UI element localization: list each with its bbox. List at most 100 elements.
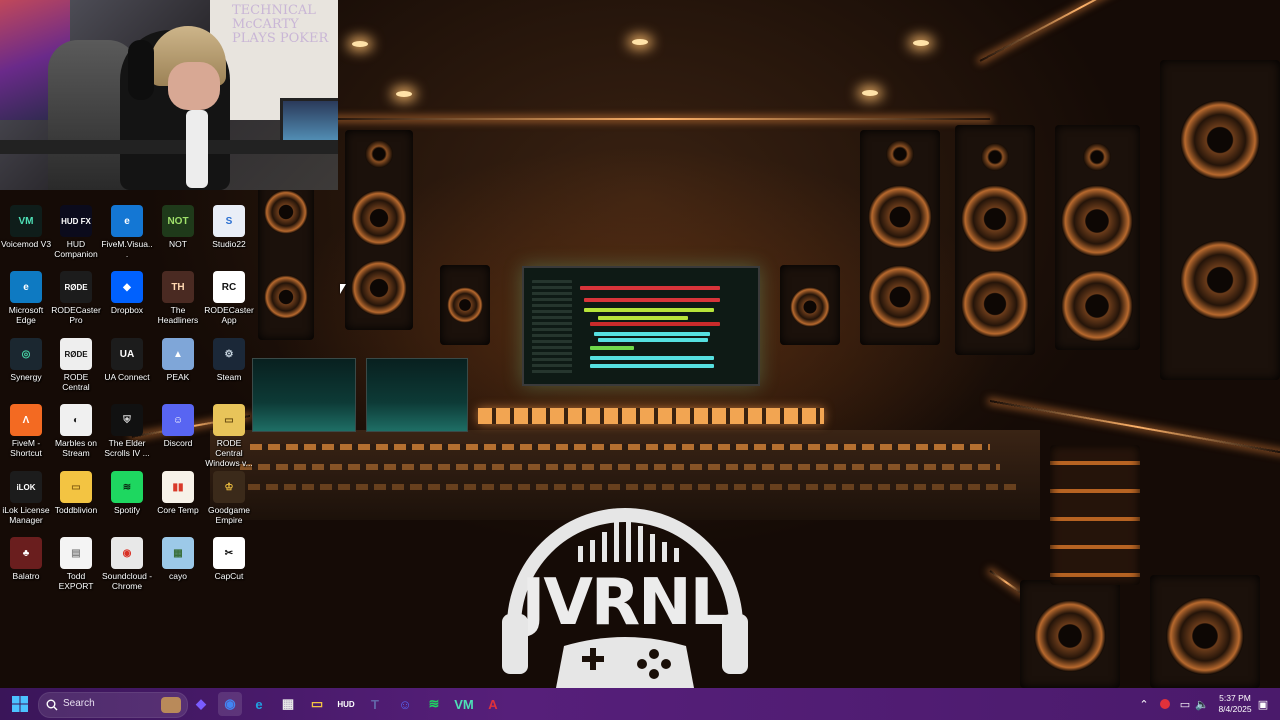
edge-icon: e bbox=[255, 696, 263, 712]
desktop-icon-label: Todd EXPORT bbox=[58, 571, 94, 591]
app-icon: ⚙ bbox=[213, 338, 245, 370]
desktop-icon-label: Voicemod V3 bbox=[0, 239, 52, 249]
app-icon: S bbox=[213, 205, 245, 237]
desktop-icon-label: cayo bbox=[169, 571, 187, 581]
desktop-icon-label: RODECaster Pro bbox=[51, 305, 101, 325]
app-icon: TH bbox=[162, 271, 194, 303]
desktop-icon[interactable]: ▮▮ Core Temp bbox=[152, 471, 204, 515]
desktop-icon[interactable]: ✂ CapCut bbox=[203, 537, 255, 581]
taskbar-app-button[interactable]: A bbox=[481, 692, 505, 716]
taskbar-app-button[interactable]: ▭ bbox=[305, 692, 329, 716]
console-led-strip bbox=[478, 408, 824, 424]
taskbar-app-button[interactable]: ☺ bbox=[393, 692, 417, 716]
taskbar-app-button[interactable]: ≋ bbox=[422, 692, 446, 716]
taskbar-app-button[interactable]: ◆ bbox=[189, 692, 213, 716]
search-input[interactable]: Search bbox=[38, 692, 188, 718]
desktop-icon[interactable]: ◐ Marbles on Stream bbox=[50, 404, 102, 458]
desktop-icon[interactable]: e FiveM.Visua... bbox=[101, 205, 153, 259]
desktop-icon[interactable]: ▭ RODE Central Windows v... bbox=[203, 404, 255, 468]
speaker-cabinet bbox=[955, 125, 1035, 355]
app-icon: ▭ bbox=[60, 471, 92, 503]
wall-sign: TECHNICAL McCARTY PLAYS POKER bbox=[232, 3, 329, 46]
desktop-icon[interactable]: HUD FX HUD Companion bbox=[50, 205, 102, 259]
speaker-cabinet bbox=[345, 130, 413, 330]
neon-strip bbox=[989, 570, 1024, 595]
clock-time: 5:37 PM bbox=[1219, 693, 1251, 703]
desktop-icon[interactable]: ▦ cayo bbox=[152, 537, 204, 581]
app-icon: ⛨ bbox=[111, 404, 143, 436]
tray-app-icon[interactable] bbox=[1158, 697, 1172, 711]
app-icon: iLOK bbox=[10, 471, 42, 503]
desktop-icon[interactable]: ♔ Goodgame Empire bbox=[203, 471, 255, 525]
desktop-icon[interactable]: S Studio22 bbox=[203, 205, 255, 249]
app-icon: NOT bbox=[162, 205, 194, 237]
desktop-wallpaper: JVRNL TECHNICAL McCARTY PLAYS POKER VM Vo… bbox=[0, 0, 1280, 688]
taskbar-app-button[interactable]: e bbox=[247, 692, 271, 716]
app-icon: ≋ bbox=[111, 471, 143, 503]
app-icon: e bbox=[10, 271, 42, 303]
desktop-icon[interactable]: ▲ PEAK bbox=[152, 338, 204, 382]
waveform-screen bbox=[366, 358, 468, 432]
notification-icon[interactable]: ▣ bbox=[1256, 697, 1270, 711]
desktop-icon-label: RODECaster App bbox=[204, 305, 254, 325]
taskbar-app-button[interactable]: VM bbox=[452, 692, 476, 716]
taskbar-app-button[interactable]: ◉ bbox=[218, 692, 242, 716]
system-clock[interactable]: 5:37 PM 8/4/2025 bbox=[1212, 693, 1258, 715]
spotify-icon: ≋ bbox=[428, 696, 440, 711]
desktop-icon-label: Dropbox bbox=[110, 305, 144, 315]
desktop-icon[interactable]: ⛨ The Elder Scrolls IV ... bbox=[101, 404, 153, 458]
desktop-icon[interactable]: NOT NOT bbox=[152, 205, 204, 249]
desktop-icon[interactable]: TH The Headliners bbox=[152, 271, 204, 325]
desktop-icon[interactable]: ≋ Spotify bbox=[101, 471, 153, 515]
desktop-icon[interactable]: RØDE RODECaster Pro bbox=[50, 271, 102, 325]
desktop-icon-label: Core Temp bbox=[157, 505, 199, 515]
mouse-cursor bbox=[340, 284, 346, 294]
app-icon: ▤ bbox=[60, 537, 92, 569]
rack-unit bbox=[1050, 445, 1140, 585]
clock-date: 8/4/2025 bbox=[1218, 704, 1252, 714]
speaker-cabinet bbox=[1150, 575, 1260, 688]
desktop-icon-label: Discord bbox=[163, 438, 193, 448]
taskbar-app-button[interactable]: HUD bbox=[334, 692, 358, 716]
desktop-icon[interactable]: VM Voicemod V3 bbox=[0, 205, 52, 249]
desktop-icon-label: NOT bbox=[169, 239, 187, 249]
desktop-icon[interactable]: ▤ Todd EXPORT bbox=[50, 537, 102, 591]
desktop-icon[interactable]: ◎ Synergy bbox=[0, 338, 52, 382]
desktop-icon[interactable]: ◉ Soundcloud - Chrome bbox=[101, 537, 153, 591]
network-icon[interactable]: ▭ bbox=[1178, 697, 1192, 711]
store-icon: ▦ bbox=[281, 696, 295, 711]
app-icon: ♣ bbox=[10, 537, 42, 569]
desktop-icon-label: Synergy bbox=[10, 372, 42, 382]
taskbar-app-button[interactable]: T bbox=[363, 692, 387, 716]
app-icon: Λ bbox=[10, 404, 42, 436]
speaker-cabinet bbox=[780, 265, 840, 345]
desktop-icon[interactable]: ☺ Discord bbox=[152, 404, 204, 448]
desktop-icon-label: UA Connect bbox=[104, 372, 150, 382]
desktop-icon[interactable]: RØDE RODE Central bbox=[50, 338, 102, 392]
desktop-icon[interactable]: ▭ Toddblivion bbox=[50, 471, 102, 515]
desktop-icon[interactable]: UA UA Connect bbox=[101, 338, 153, 382]
speaker-cabinet bbox=[1160, 60, 1280, 380]
desktop-icon[interactable]: iLOK iLok License Manager bbox=[0, 471, 52, 525]
app-icon: ♔ bbox=[213, 471, 245, 503]
neon-strip bbox=[979, 0, 1184, 62]
taskbar-app-button[interactable]: ▦ bbox=[276, 692, 300, 716]
desktop-icon[interactable]: ♣ Balatro bbox=[0, 537, 52, 581]
app-icon: ◆ bbox=[111, 271, 143, 303]
desktop-icon-label: Toddblivion bbox=[54, 505, 98, 515]
desktop-icon[interactable]: RC RODECaster App bbox=[203, 271, 255, 325]
desktop-icon[interactable]: ◆ Dropbox bbox=[101, 271, 153, 315]
app-icon: ◐ bbox=[60, 404, 92, 436]
start-button[interactable] bbox=[8, 692, 32, 716]
desktop-icon-label: HUD Companion bbox=[54, 239, 98, 259]
volume-icon[interactable]: 🔈 bbox=[1195, 697, 1209, 711]
desktop-icon[interactable]: ⚙ Steam bbox=[203, 338, 255, 382]
desktop-icon[interactable]: Λ FiveM - Shortcut bbox=[0, 404, 52, 458]
chevron-up-icon[interactable]: ⌃ bbox=[1137, 697, 1151, 711]
app-icon: ▮▮ bbox=[162, 471, 194, 503]
desktop-icon-label: Spotify bbox=[114, 505, 140, 515]
app-icon: ◎ bbox=[10, 338, 42, 370]
desktop-icon[interactable]: e Microsoft Edge bbox=[0, 271, 52, 325]
jvrnl-logo: JVRNL bbox=[502, 508, 748, 688]
hud-fx-icon: HUD bbox=[337, 699, 355, 709]
